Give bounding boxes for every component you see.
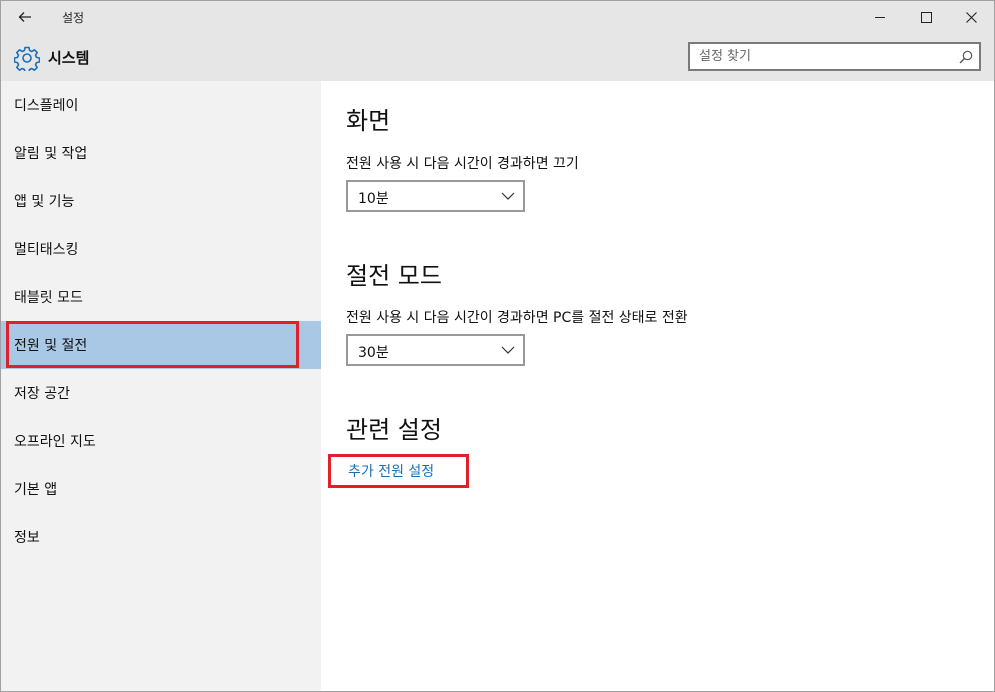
minimize-icon: [874, 16, 885, 18]
sleep-timeout-dropdown[interactable]: 30분: [346, 334, 525, 366]
sidebar-item-label: 저장 공간: [14, 386, 70, 402]
sidebar-item-apps[interactable]: 앱 및 기능: [1, 177, 321, 225]
sidebar-item-label: 전원 및 절전: [14, 338, 88, 354]
sidebar-item-label: 태블릿 모드: [14, 290, 83, 306]
screen-timeout-value: 10분: [358, 191, 389, 207]
screen-timeout-dropdown[interactable]: 10분: [346, 180, 525, 212]
sidebar-item-label: 기본 앱: [14, 482, 58, 498]
chevron-down-icon: [501, 346, 515, 354]
sidebar-item-label: 앱 및 기능: [14, 194, 75, 210]
sidebar-item-tablet-mode[interactable]: 태블릿 모드: [1, 273, 321, 321]
sidebar-item-power-sleep[interactable]: 전원 및 절전: [1, 321, 321, 369]
main-content: 화면 전원 사용 시 다음 시간이 경과하면 끄기 10분 절전 모드 전원 사…: [321, 81, 994, 691]
sleep-timeout-value: 30분: [358, 345, 389, 361]
window-title: 설정: [62, 11, 85, 25]
gear-icon: [14, 46, 40, 71]
related-settings-title: 관련 설정: [346, 416, 442, 444]
sidebar-item-label: 알림 및 작업: [14, 146, 88, 162]
search-icon[interactable]: [959, 50, 973, 64]
back-button[interactable]: [11, 5, 39, 29]
sidebar-item-notifications[interactable]: 알림 및 작업: [1, 129, 321, 177]
back-arrow-icon: [18, 12, 31, 22]
page-title: 시스템: [48, 49, 90, 67]
maximize-icon: [920, 11, 932, 23]
screen-timeout-label: 전원 사용 시 다음 시간이 경과하면 끄기: [346, 156, 579, 172]
sidebar-item-label: 디스플레이: [14, 98, 79, 114]
sidebar-item-multitasking[interactable]: 멀티태스킹: [1, 225, 321, 273]
sidebar-item-label: 멀티태스킹: [14, 242, 79, 258]
close-button[interactable]: [948, 1, 994, 33]
sleep-section-title: 절전 모드: [346, 262, 442, 290]
minimize-button[interactable]: [857, 1, 903, 33]
sidebar-item-label: 정보: [14, 530, 40, 546]
chevron-down-icon: [501, 192, 515, 200]
title-bar: 설정: [1, 1, 994, 33]
sidebar-item-display[interactable]: 디스플레이: [1, 81, 321, 129]
additional-power-settings-link[interactable]: 추가 전원 설정: [348, 461, 434, 481]
app-header: 시스템: [1, 33, 994, 81]
sidebar-item-offline-maps[interactable]: 오프라인 지도: [1, 417, 321, 465]
screen-section-title: 화면: [346, 107, 391, 135]
sidebar-item-storage[interactable]: 저장 공간: [1, 369, 321, 417]
settings-window: 설정 시스템 디스플레이: [0, 0, 995, 692]
sleep-timeout-label: 전원 사용 시 다음 시간이 경과하면 PC를 절전 상태로 전환: [346, 310, 688, 326]
search-input[interactable]: [690, 44, 959, 69]
sidebar-item-label: 오프라인 지도: [14, 434, 96, 450]
search-box[interactable]: [688, 42, 981, 71]
close-icon: [965, 11, 977, 23]
sidebar-item-default-apps[interactable]: 기본 앱: [1, 465, 321, 513]
sidebar-item-about[interactable]: 정보: [1, 513, 321, 561]
sidebar: 디스플레이 알림 및 작업 앱 및 기능 멀티태스킹 태블릿 모드 전원 및 절…: [1, 81, 321, 691]
maximize-button[interactable]: [903, 1, 949, 33]
